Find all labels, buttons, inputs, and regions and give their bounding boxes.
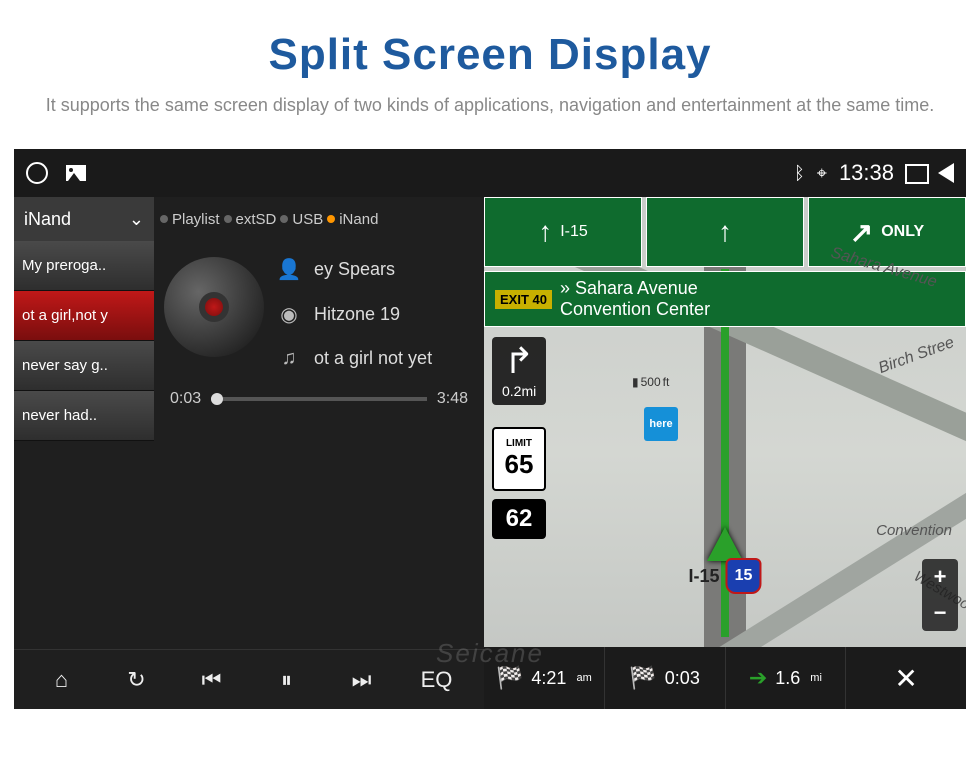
turn-unit: mi xyxy=(521,383,536,399)
turn-distance: 0.2 xyxy=(502,383,521,399)
source-label: iNand xyxy=(24,209,71,230)
arrival-time[interactable]: 🏁 4:21am xyxy=(484,647,605,709)
album-name: Hitzone 19 xyxy=(314,304,400,325)
pause-button[interactable]: ⏸ xyxy=(265,667,309,693)
album-art xyxy=(164,257,264,357)
repeat-button[interactable]: ↻ xyxy=(115,667,159,693)
page-subtitle: It supports the same screen display of t… xyxy=(20,92,960,119)
road-label: Birch Stree xyxy=(876,334,957,378)
page-title: Split Screen Display xyxy=(20,30,960,80)
tab-extsd[interactable]: extSD xyxy=(224,211,277,228)
route-icon: ➔ xyxy=(749,665,767,691)
distance-marker: ▮500 ft xyxy=(632,375,669,389)
album-icon: ◉ xyxy=(276,302,302,327)
interstate-shield-icon: 15 xyxy=(726,558,762,594)
limit-label: LIMIT xyxy=(506,438,532,449)
exit-tag: EXIT 40 xyxy=(495,290,552,309)
exit-destination: Convention Center xyxy=(560,299,710,320)
here-logo: here xyxy=(644,407,678,441)
speed-limit-sign: LIMIT 65 xyxy=(492,427,546,491)
exit-destination: » Sahara Avenue xyxy=(560,278,710,299)
time-total: 3:48 xyxy=(437,390,468,408)
next-button[interactable]: ⏭ xyxy=(340,667,384,693)
tab-inand[interactable]: iNand xyxy=(327,211,378,228)
recent-apps-icon[interactable] xyxy=(906,165,926,181)
artist-name: ey Spears xyxy=(314,259,395,280)
gallery-icon[interactable] xyxy=(66,165,86,181)
track-name: ot a girl not yet xyxy=(314,348,432,369)
zoom-in-button[interactable]: + xyxy=(922,559,958,595)
music-panel: iNand ⌄ My preroga.. ot a girl,not y nev… xyxy=(14,197,484,709)
zoom-out-button[interactable]: − xyxy=(922,595,958,631)
playlist-sidebar: iNand ⌄ My preroga.. ot a girl,not y nev… xyxy=(14,197,154,649)
flag-icon: 🏁 xyxy=(629,665,656,691)
lane-sign: ↑ xyxy=(646,197,804,267)
trip-elapsed[interactable]: 🏁 0:03 xyxy=(605,647,726,709)
home-button[interactable]: ⌂ xyxy=(40,667,84,693)
playlist-item[interactable]: My preroga.. xyxy=(14,241,154,291)
prev-button[interactable]: ⏮ xyxy=(190,667,234,693)
source-tabs: Playlist extSD USB iNand xyxy=(154,197,484,241)
assistant-icon[interactable] xyxy=(26,162,48,184)
arrow-turn-icon: ↗ xyxy=(850,216,873,249)
location-icon: ⌖ xyxy=(817,163,827,184)
tab-playlist[interactable]: Playlist xyxy=(160,211,220,228)
playlist-item[interactable]: ot a girl,not y xyxy=(14,291,154,341)
device-screenshot: ᛒ ⌖ 13:38 iNand ⌄ My preroga.. ot a girl… xyxy=(14,149,966,709)
bluetooth-icon: ᛒ xyxy=(794,163,805,184)
close-nav-button[interactable]: ✕ xyxy=(846,647,966,709)
trip-remaining[interactable]: ➔ 1.6mi xyxy=(726,647,847,709)
clock: 13:38 xyxy=(839,160,894,186)
turn-arrow-icon: ↱ xyxy=(502,343,536,379)
vehicle-cursor-icon xyxy=(707,527,743,561)
playlist-item[interactable]: never say g.. xyxy=(14,341,154,391)
nav-bottom-bar: 🏁 4:21am 🏁 0:03 ➔ 1.6mi ✕ xyxy=(484,647,966,709)
eq-button[interactable]: EQ xyxy=(415,667,459,693)
status-bar: ᛒ ⌖ 13:38 xyxy=(14,149,966,197)
source-dropdown[interactable]: iNand ⌄ xyxy=(14,197,154,241)
player-controls: ⌂ ↻ ⏮ ⏸ ⏭ EQ xyxy=(14,649,484,709)
artist-icon: 👤 xyxy=(276,257,302,282)
playlist-item[interactable]: never had.. xyxy=(14,391,154,441)
next-turn-panel: ↱ 0.2mi xyxy=(492,337,546,405)
tab-usb[interactable]: USB xyxy=(280,211,323,228)
limit-value: 65 xyxy=(505,449,534,480)
back-icon[interactable] xyxy=(938,163,954,183)
highway-shield: I-15 15 xyxy=(688,558,761,594)
zoom-control: + − xyxy=(922,559,958,631)
road-label: Convention xyxy=(876,522,952,539)
track-icon: ♫ xyxy=(276,347,302,370)
close-icon: ✕ xyxy=(894,662,917,695)
flag-icon: 🏁 xyxy=(496,665,523,691)
time-elapsed: 0:03 xyxy=(170,390,201,408)
current-speed: 62 xyxy=(492,499,546,539)
lane-sign: ↑I-15 xyxy=(484,197,642,267)
shield-label: I-15 xyxy=(688,566,719,587)
arrow-up-icon: ↑ xyxy=(538,216,552,248)
chevron-down-icon: ⌄ xyxy=(129,209,144,230)
arrow-up-icon: ↑ xyxy=(718,216,732,248)
navigation-panel[interactable]: ↑I-15 ↑ ↗ONLY EXIT 40 » Sahara Avenue Co… xyxy=(484,197,966,709)
seek-bar[interactable] xyxy=(211,397,427,401)
